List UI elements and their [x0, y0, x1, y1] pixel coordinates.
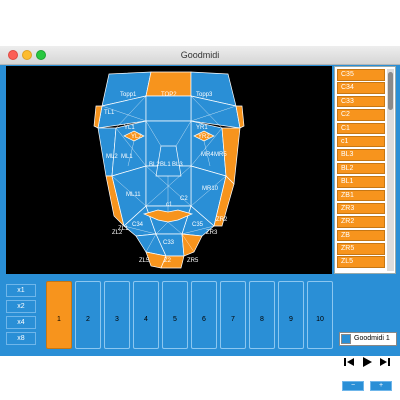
face-label: ZR3 [206, 230, 218, 236]
parameter-item[interactable]: ZB1 [337, 189, 385, 202]
pad-2[interactable]: 2 [75, 281, 101, 349]
pad-3[interactable]: 3 [104, 281, 130, 349]
pad-5[interactable]: 5 [162, 281, 188, 349]
pad-label: 4 [144, 316, 148, 323]
face-label: TOP2 [161, 92, 177, 98]
pad-label: 2 [86, 316, 90, 323]
skip-back-icon[interactable] [342, 355, 356, 369]
parameter-item[interactable]: BL3 [337, 149, 385, 161]
face-label: ZR5 [187, 258, 199, 264]
pad-label: 7 [231, 316, 235, 323]
parameter-scrollbar[interactable] [387, 69, 394, 271]
preset-name: Goodmidi 1 [354, 335, 390, 342]
pad-7[interactable]: 7 [220, 281, 246, 349]
parameter-item[interactable]: BL2 [337, 162, 385, 175]
face-label: ZL2 [112, 230, 123, 236]
face-label: MR10 [202, 186, 219, 192]
face-label: TL1 [104, 110, 115, 116]
face-region[interactable] [145, 95, 192, 122]
parameter-item[interactable]: C2 [337, 109, 385, 121]
face-label: Topp1 [120, 92, 137, 98]
play-icon[interactable] [360, 355, 374, 369]
multiplier-x2-button[interactable]: x2 [6, 300, 36, 313]
pad-9[interactable]: 9 [278, 281, 304, 349]
face-label: MR5 [214, 152, 227, 158]
face-label: ZL5 [139, 258, 150, 264]
pad-10[interactable]: 10 [307, 281, 333, 349]
pad-label: 8 [260, 316, 264, 323]
face-label: C34 [132, 222, 144, 228]
face-label: BL2 [149, 162, 160, 168]
parameter-item[interactable]: ZL5 [337, 256, 385, 268]
pad-1[interactable]: 1 [46, 281, 72, 349]
face-label: ZR2 [216, 217, 228, 223]
pad-label: 1 [57, 316, 61, 323]
pad-label: 10 [316, 316, 324, 323]
face-label: ML1 [121, 154, 133, 160]
pad-label: 3 [115, 316, 119, 323]
parameter-item[interactable]: c1 [337, 135, 385, 148]
face-label: YL1 [124, 125, 135, 131]
pad-label: 9 [289, 316, 293, 323]
preset-toggle[interactable] [341, 334, 351, 344]
face-label: Z2 [164, 258, 172, 264]
minus-button[interactable]: − [342, 381, 364, 391]
skip-forward-icon[interactable] [378, 355, 392, 369]
face-label: MR4 [201, 152, 214, 158]
face-label: YR1 [196, 125, 208, 131]
face-label: BL1 [160, 162, 171, 168]
face-label: ML11 [126, 192, 141, 198]
parameter-item[interactable]: ZR2 [337, 216, 385, 228]
multiplier-x1-button[interactable]: x1 [6, 284, 36, 297]
multiplier-x4-button[interactable]: x4 [6, 316, 36, 329]
app-window: Goodmidi Topp1 TOP2 Topp3 YL1 YR1 YL2 YR… [0, 46, 400, 391]
parameter-item[interactable]: C1 [337, 122, 385, 135]
face-label: C33 [163, 240, 175, 246]
parameter-list-items: C35 C34 C33 C2 C1 c1 BL3 BL2 BL1 ZB1 ZR3… [337, 69, 385, 270]
parameter-item[interactable]: ZR5 [337, 243, 385, 255]
scroll-thumb[interactable] [388, 72, 393, 110]
face-mesh[interactable]: Topp1 TOP2 Topp3 YL1 YR1 YL2 YR2 TL1 ML2… [6, 66, 332, 274]
parameter-item[interactable]: C35 [337, 69, 385, 81]
pad-4[interactable]: 4 [133, 281, 159, 349]
face-label: YR2 [198, 134, 210, 140]
face-label: c1 [166, 202, 173, 208]
multiplier-x8-button[interactable]: x8 [6, 332, 36, 345]
pad-label: 5 [173, 316, 177, 323]
parameter-item[interactable]: ZR3 [337, 202, 385, 215]
parameter-item[interactable]: ZB [337, 229, 385, 242]
face-label: C2 [180, 196, 188, 202]
face-label: ML2 [106, 154, 118, 160]
face-label: C35 [192, 222, 204, 228]
face-region[interactable] [181, 233, 203, 257]
face-label: BL3 [172, 162, 183, 168]
parameter-item[interactable]: BL1 [337, 176, 385, 188]
face-label: Topp3 [196, 92, 213, 98]
face-canvas[interactable]: Topp1 TOP2 Topp3 YL1 YR1 YL2 YR2 TL1 ML2… [6, 66, 332, 274]
bottom-controls: x1 x2 x4 x8 1 2 3 4 5 6 7 8 9 10 Goodmid… [0, 276, 400, 391]
pad-label: 6 [202, 316, 206, 323]
plus-button[interactable]: + [370, 381, 392, 391]
parameter-list[interactable]: C35 C34 C33 C2 C1 c1 BL3 BL2 BL1 ZB1 ZR3… [334, 66, 396, 274]
pad-6[interactable]: 6 [191, 281, 217, 349]
face-label: YL2 [131, 134, 142, 140]
preset-selector[interactable]: Goodmidi 1 [339, 332, 397, 346]
pad-8[interactable]: 8 [249, 281, 275, 349]
parameter-item[interactable]: C34 [337, 82, 385, 94]
parameter-item[interactable]: C33 [337, 95, 385, 108]
window-title: Goodmidi [180, 50, 220, 60]
title-bar: Goodmidi [0, 46, 400, 65]
